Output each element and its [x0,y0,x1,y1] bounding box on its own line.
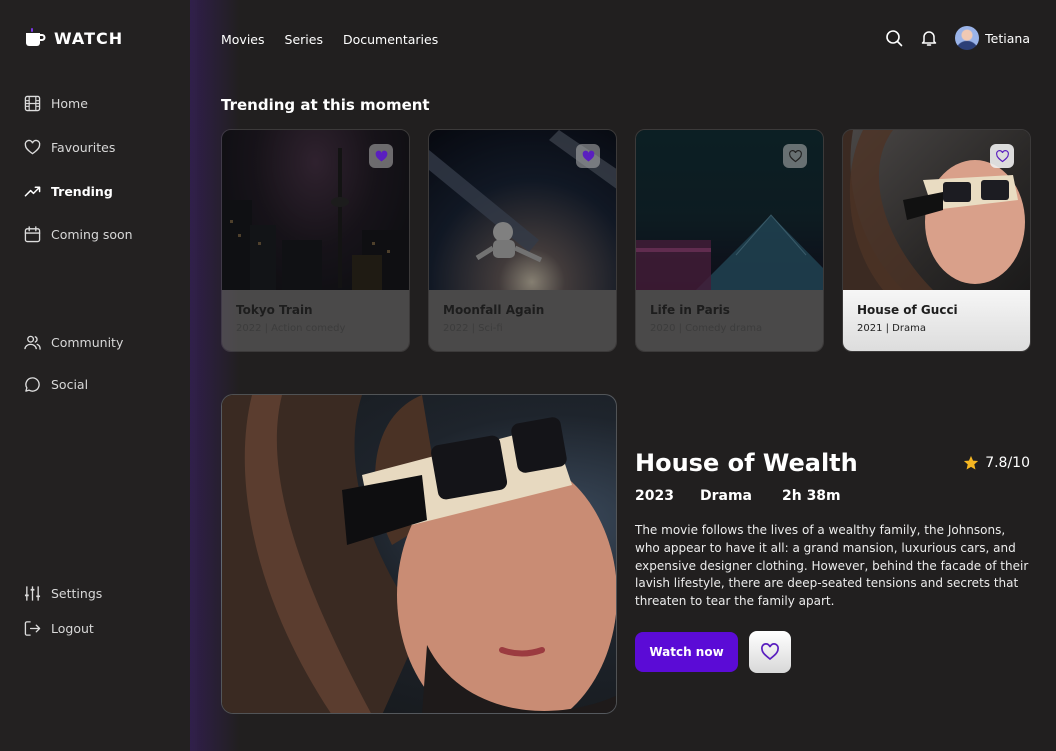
heart-icon [761,643,779,661]
favorite-toggle[interactable] [783,144,807,168]
section-title: Trending at this moment [221,96,430,114]
heart-icon [375,150,387,162]
sidebar-item-label: Home [51,96,88,111]
card-title: Moonfall Again [443,303,545,317]
featured-poster [221,394,617,714]
film-icon [24,95,41,112]
favorite-toggle[interactable] [369,144,393,168]
sidebar-item-label: Favourites [51,140,116,155]
card-meta: 2022 | Sci-fi [443,323,503,334]
favorite-toggle[interactable] [576,144,600,168]
chat-icon [25,377,40,392]
card-title: Life in Paris [650,303,730,317]
cup-icon [24,27,46,49]
movie-title: House of Wealth [635,449,858,477]
nav-link-documentaries[interactable]: Documentaries [343,32,438,47]
app-logo[interactable]: WATCH [24,27,123,49]
card-info: Moonfall Again 2022 | Sci-fi [429,290,616,351]
card-title: House of Gucci [857,303,958,317]
card-meta: 2022 | Action comedy [236,323,346,334]
movie-card[interactable]: Life in Paris 2020 | Comedy drama [635,129,824,352]
sidebar-item-trending[interactable]: Trending [24,183,113,200]
movie-card[interactable]: House of Gucci 2021 | Drama [842,129,1031,352]
top-right-controls: Tetiana [883,26,1030,50]
sidebar-item-label: Settings [51,586,103,601]
heart-icon [24,139,41,155]
logo-text: WATCH [54,28,124,48]
nav-link-movies[interactable]: Movies [221,32,265,47]
card-meta: 2021 | Drama [857,323,926,334]
movie-card[interactable]: Tokyo Train 2022 | Action comedy [221,129,410,352]
sidebar-item-label: Logout [51,621,94,636]
logout-icon [24,621,41,636]
movie-duration: 2h 38m [781,488,841,504]
sidebar-item-label: Trending [51,184,113,199]
movie-card[interactable]: Moonfall Again 2022 | Sci-fi [428,129,617,352]
sidebar-item-logout[interactable]: Logout [24,620,94,637]
sidebar-item-label: Social [51,377,89,392]
sliders-icon [24,586,41,601]
sidebar-item-community[interactable]: Community [24,334,123,351]
bell-icon[interactable] [918,27,940,49]
card-info: House of Gucci 2021 | Drama [843,290,1030,351]
users-icon [24,335,41,350]
watch-now-button[interactable]: Watch now [635,632,738,672]
card-title: Tokyo Train [236,303,313,317]
movie-year: 2023 [635,488,674,504]
trending-icon [24,186,41,197]
search-icon[interactable] [883,27,905,49]
card-meta: 2020 | Comedy drama [650,323,763,334]
sidebar-item-coming-soon[interactable]: Coming soon [24,226,133,243]
username[interactable]: Tetiana [985,31,1030,46]
heart-icon [788,149,802,162]
top-nav: Movies Series Documentaries [221,32,438,47]
nav-link-series[interactable]: Series [285,32,323,47]
sidebar-item-favourites[interactable]: Favourites [24,139,115,156]
heart-icon [995,149,1009,162]
sidebar-item-social[interactable]: Social [24,376,88,393]
sidebar-item-settings[interactable]: Settings [24,585,102,602]
sidebar-item-home[interactable]: Home [24,95,88,112]
movie-genre: Drama [699,488,752,504]
card-info: Tokyo Train 2022 | Action comedy [222,290,409,351]
avatar[interactable] [955,26,980,50]
sidebar-item-label: Coming soon [51,227,133,242]
favorite-toggle[interactable] [990,144,1014,168]
movie-description: The movie follows the lives of a wealthy… [635,523,1029,609]
card-info: Life in Paris 2020 | Comedy drama [636,290,823,351]
rating-value: 7.8/10 [985,455,1030,471]
star-icon [964,455,979,470]
calendar-icon [24,226,41,243]
movie-facts: 2023 Drama 2h 38m [635,488,841,504]
favorite-button[interactable] [749,631,791,673]
heart-icon [582,150,594,162]
rating: 7.8/10 [963,455,1030,471]
sidebar-item-label: Community [51,335,124,350]
